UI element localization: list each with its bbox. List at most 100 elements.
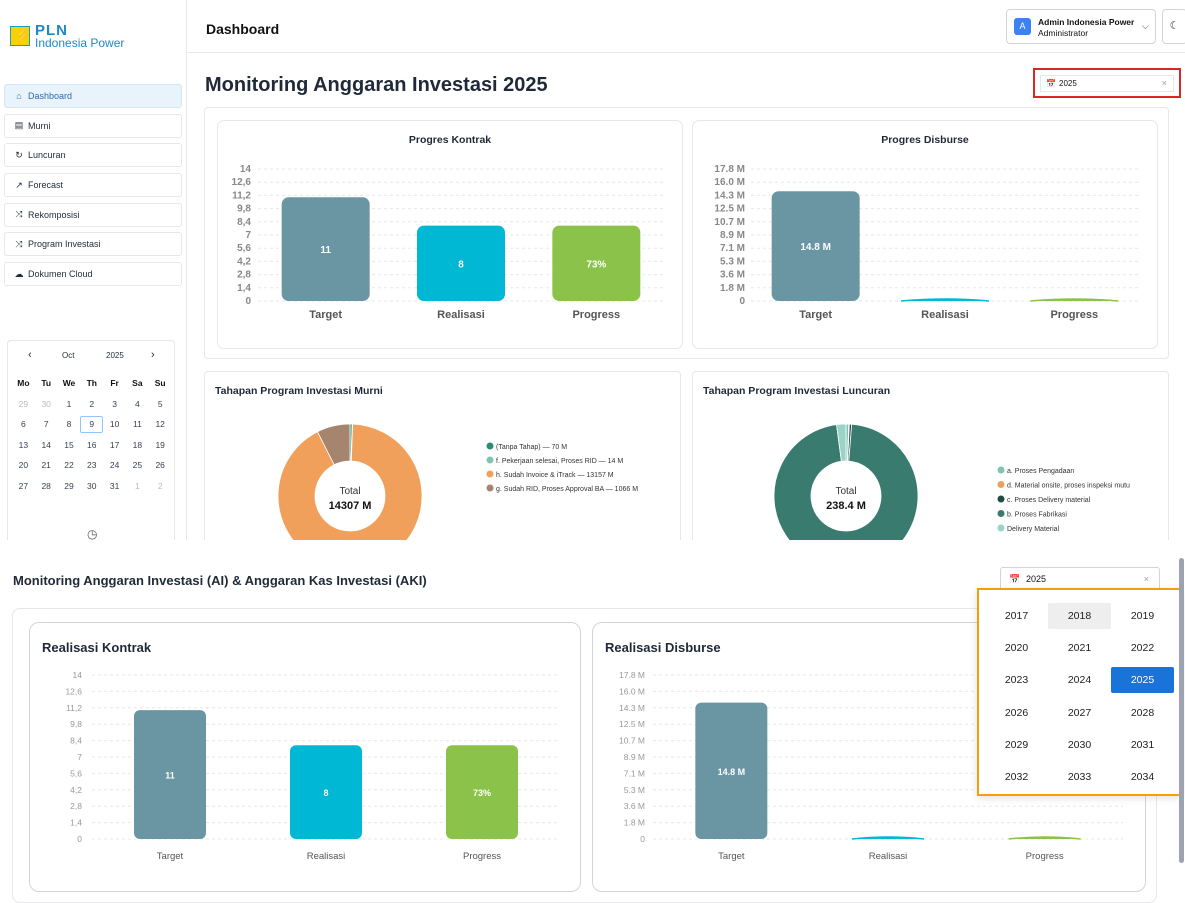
year-row: 2023 2024 2025 [985, 664, 1175, 696]
calendar-day[interactable]: 20 [12, 460, 35, 470]
calendar-day[interactable]: 4 [126, 399, 149, 409]
calendar-prev-button[interactable]: ‹ [28, 349, 32, 361]
clock-icon[interactable]: ◷ [87, 527, 97, 540]
calendar-day[interactable]: 1 [58, 399, 81, 409]
calendar-week: 13 14 15 16 17 18 19 [12, 435, 172, 456]
y-tick-label: 16.0 M [619, 686, 645, 696]
calendar-day[interactable]: 3 [103, 399, 126, 409]
year-option-2028[interactable]: 2028 [1111, 700, 1174, 726]
sidebar-item-rekomposisi[interactable]: ⤨ Rekomposisi [4, 202, 182, 227]
year-option-2029[interactable]: 2029 [985, 732, 1048, 758]
year-option-2022[interactable]: 2022 [1111, 635, 1174, 661]
year-picker-grid: 2017 2018 2019 2020 2021 2022 2023 2024 2025 2026… [985, 600, 1175, 793]
user-menu[interactable]: A Admin Indonesia Power Administrator ⌵ [1006, 9, 1156, 44]
x-category-label: Target [799, 309, 832, 321]
shuffle-icon: ⤨ [15, 209, 23, 220]
scrollbar[interactable] [1179, 558, 1184, 863]
year-option-2031[interactable]: 2031 [1111, 732, 1174, 758]
clear-icon[interactable]: × [1162, 76, 1167, 91]
calendar-day[interactable]: 6 [12, 419, 35, 429]
calendar-day[interactable]: 2 [80, 399, 103, 409]
progress-section: Progres Kontrak 0 1,4 2,8 4,2 5,6 7 8,4 9,8 11,2… [204, 107, 1169, 359]
calendar-day[interactable]: 8 [58, 419, 81, 429]
bar-realisasi[interactable] [851, 836, 925, 840]
year-filter-input[interactable]: 📅 2025 × [1040, 75, 1174, 92]
year-option-2019[interactable]: 2019 [1111, 603, 1174, 629]
calendar-day[interactable]: 14 [35, 440, 58, 450]
calendar-year[interactable]: 2025 [106, 351, 124, 360]
calendar-day[interactable]: 7 [35, 419, 58, 429]
sidebar-item-dashboard[interactable]: ⌂ Dashboard [4, 84, 182, 108]
y-tick-label: 5.3 M [720, 256, 745, 267]
bar-progress[interactable] [1030, 298, 1119, 302]
year-option-2018[interactable]: 2018 [1048, 603, 1111, 630]
calendar-day[interactable]: 24 [103, 460, 126, 470]
calendar-icon: 📅 [1046, 79, 1056, 88]
data-label: 14.8 M [800, 242, 831, 253]
year-option-2033[interactable]: 2033 [1048, 764, 1111, 790]
sidebar-item-dokumen-cloud[interactable]: ☁ Dokumen Cloud [4, 262, 182, 287]
calendar-day[interactable]: 21 [35, 460, 58, 470]
calendar-day[interactable]: 5 [149, 399, 172, 409]
calendar-day[interactable]: 2 [149, 481, 172, 491]
calendar-day[interactable]: 10 [103, 419, 126, 429]
calendar-day[interactable]: 17 [103, 440, 126, 450]
calendar-day[interactable]: 23 [80, 460, 103, 470]
year-option-2021[interactable]: 2021 [1048, 635, 1111, 661]
top-screenshot: PLN Indonesia Power ⌂ Dashboard ▤ Murni ↻ Lun… [0, 0, 1185, 540]
calendar-day[interactable]: 16 [80, 440, 103, 450]
y-tick-label: 7 [245, 230, 251, 241]
calendar-day[interactable]: 9 [80, 415, 104, 433]
data-label: 73% [586, 259, 606, 270]
calendar-day[interactable]: 1 [126, 481, 149, 491]
bar-progress[interactable] [1008, 836, 1081, 840]
calendar-day[interactable]: 19 [149, 440, 172, 450]
year-option-2024[interactable]: 2024 [1048, 667, 1111, 693]
bar-realisasi[interactable] [900, 298, 990, 302]
theme-toggle-button[interactable]: ☾ [1162, 9, 1185, 44]
y-tick-label: 8.9 M [720, 230, 745, 241]
progres-disburse-card: Progres Disburse 0 1.8 M 3.6 M 5.3 M 7.1 M 8.… [692, 120, 1158, 349]
sidebar-item-program-investasi[interactable]: ⤨ Program Investasi [4, 232, 182, 257]
calendar-next-button[interactable]: › [151, 349, 155, 361]
calendar-day[interactable]: 29 [58, 481, 81, 491]
calendar-day[interactable]: 15 [58, 440, 81, 450]
calendar-day[interactable]: 30 [35, 399, 58, 409]
calendar-day[interactable]: 28 [35, 481, 58, 491]
sidebar-item-forecast[interactable]: ↗ Forecast [4, 173, 182, 198]
calendar-day[interactable]: 13 [12, 440, 35, 450]
weekday-label: We [62, 378, 76, 389]
calendar-day[interactable]: 29 [12, 399, 35, 409]
sidebar-item-label: Luncuran [28, 150, 66, 161]
year-option-2025[interactable]: 2025 [1111, 667, 1174, 694]
sidebar-item-murni[interactable]: ▤ Murni [4, 113, 182, 138]
calendar-day[interactable]: 25 [126, 460, 149, 470]
year-option-2027[interactable]: 2027 [1048, 700, 1111, 726]
calendar-day[interactable]: 12 [149, 419, 172, 429]
y-tick-label: 11,2 [232, 190, 251, 201]
shuffle-icon: ⤨ [15, 238, 23, 249]
year-option-2023[interactable]: 2023 [985, 667, 1048, 693]
calendar-day[interactable]: 22 [58, 460, 81, 470]
year-option-2017[interactable]: 2017 [985, 603, 1048, 629]
year-option-2030[interactable]: 2030 [1048, 732, 1111, 758]
year-option-2034[interactable]: 2034 [1111, 764, 1174, 790]
calendar-day[interactable]: 31 [103, 481, 126, 491]
year-option-2020[interactable]: 2020 [985, 635, 1048, 661]
section-title: Monitoring Anggaran Investasi (AI) & Ang… [13, 573, 427, 588]
year-row: 2020 2021 2022 [985, 632, 1175, 664]
calendar-month[interactable]: Oct [62, 351, 74, 360]
legend-label: a. Proses Pengadaan [1007, 468, 1074, 475]
sidebar-item-luncuran[interactable]: ↻ Luncuran [4, 143, 182, 168]
y-tick-label: 8,4 [237, 217, 251, 228]
donut-center-value: 14307 M [329, 500, 372, 512]
calendar-day[interactable]: 26 [149, 460, 172, 470]
year-option-2026[interactable]: 2026 [985, 700, 1048, 726]
calendar-day[interactable]: 27 [12, 481, 35, 491]
refresh-icon: ↻ [15, 149, 23, 160]
calendar-day[interactable]: 18 [126, 440, 149, 450]
y-tick-label: 1.8 M [624, 818, 645, 828]
year-option-2032[interactable]: 2032 [985, 764, 1048, 790]
calendar-day[interactable]: 11 [126, 419, 149, 429]
calendar-day[interactable]: 30 [80, 481, 103, 491]
